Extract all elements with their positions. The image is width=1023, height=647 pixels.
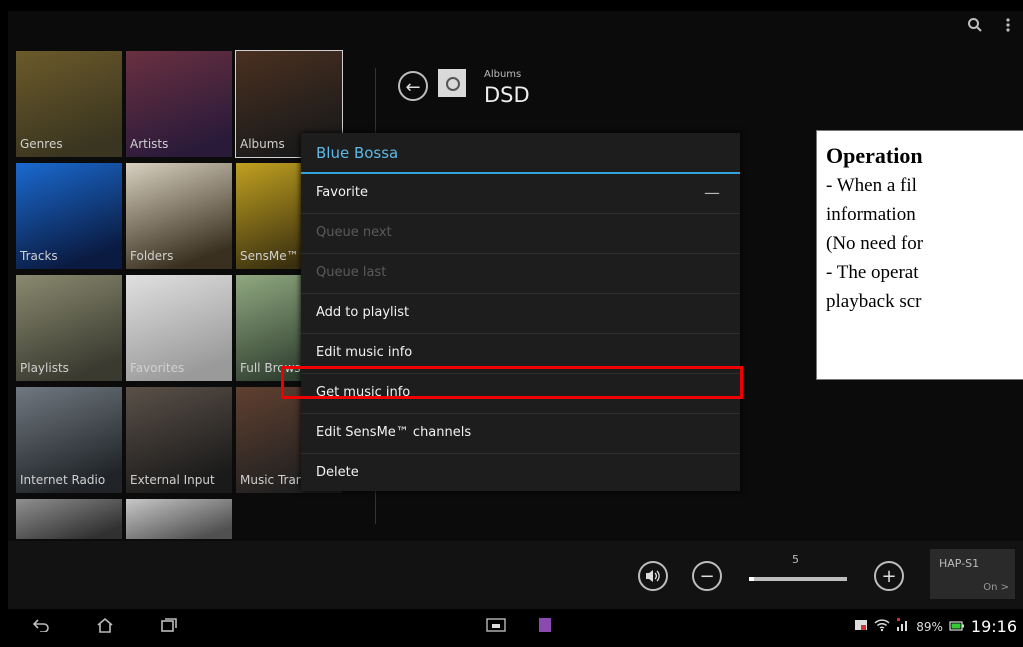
category-label: Artists bbox=[130, 137, 169, 151]
app-shortcut-icon[interactable] bbox=[538, 617, 552, 637]
menu-item-favorite[interactable]: Favorite — bbox=[301, 174, 740, 214]
device-selector[interactable]: HAP-S1 On > bbox=[930, 549, 1015, 599]
annotation-line: (No need for bbox=[826, 233, 924, 254]
status-area: 89% 19:16 bbox=[854, 617, 1017, 636]
category-tile[interactable]: Favorites bbox=[126, 275, 232, 381]
category-label: Playlists bbox=[20, 361, 69, 375]
annotation-note: Operation - When a fil information (No n… bbox=[816, 130, 1023, 380]
category-tile[interactable]: Internet Radio bbox=[16, 387, 122, 493]
category-tile[interactable] bbox=[126, 499, 232, 539]
small-app-window-icon[interactable] bbox=[486, 617, 506, 637]
highlight-box bbox=[281, 366, 743, 399]
annotation-line: information bbox=[826, 204, 916, 225]
category-tile[interactable]: Artists bbox=[126, 51, 232, 157]
search-icon[interactable] bbox=[967, 17, 983, 37]
category-label: Genres bbox=[20, 137, 63, 151]
category-label: Favorites bbox=[130, 361, 185, 375]
system-nav-bar: 89% 19:16 bbox=[8, 609, 1023, 647]
volume-down-button[interactable]: − bbox=[692, 561, 722, 591]
category-tile[interactable]: External Input bbox=[126, 387, 232, 493]
volume-value: 5 bbox=[792, 553, 799, 566]
battery-icon bbox=[949, 620, 965, 634]
album-header-title: DSD bbox=[484, 83, 530, 107]
context-menu-title: Blue Bossa bbox=[301, 133, 740, 174]
album-header-category: Albums bbox=[484, 69, 522, 80]
clock: 19:16 bbox=[970, 617, 1017, 636]
menu-item-queue-next: Queue next bbox=[301, 214, 740, 254]
category-tile[interactable] bbox=[16, 499, 122, 539]
annotation-title: Operation bbox=[826, 143, 923, 168]
context-menu: Blue Bossa Favorite — Queue next Queue l… bbox=[301, 133, 740, 491]
album-art-icon bbox=[438, 69, 466, 97]
category-label: Internet Radio bbox=[20, 473, 106, 487]
volume-up-button[interactable]: + bbox=[874, 561, 904, 591]
annotation-line: - The operat bbox=[826, 262, 919, 283]
back-arrow-icon[interactable]: ← bbox=[398, 71, 428, 101]
menu-item-label: Favorite bbox=[316, 185, 368, 200]
annotation-line: - When a fil bbox=[826, 175, 917, 196]
menu-item-queue-last: Queue last bbox=[301, 254, 740, 294]
favorite-toggle-icon[interactable]: — bbox=[704, 174, 720, 212]
category-tile[interactable]: Playlists bbox=[16, 275, 122, 381]
category-label: Tracks bbox=[20, 249, 58, 263]
signal-icon bbox=[896, 618, 910, 635]
wifi-icon bbox=[874, 618, 890, 635]
category-label: Folders bbox=[130, 249, 174, 263]
overflow-menu-icon[interactable] bbox=[1005, 17, 1011, 37]
notification-icon bbox=[854, 618, 868, 635]
battery-percent: 89% bbox=[916, 619, 943, 634]
device-status: On > bbox=[983, 582, 1009, 593]
mute-speaker-icon[interactable] bbox=[638, 561, 668, 591]
category-label: External Input bbox=[130, 473, 215, 487]
category-tile[interactable]: Tracks bbox=[16, 163, 122, 269]
back-icon[interactable] bbox=[32, 617, 50, 636]
annotation-line: playback scr bbox=[826, 291, 922, 312]
recent-apps-icon[interactable] bbox=[160, 617, 178, 637]
device-name: HAP-S1 bbox=[939, 557, 980, 570]
menu-item-edit-sensme-channels[interactable]: Edit SensMe™ channels bbox=[301, 414, 740, 454]
category-tile[interactable]: Genres bbox=[16, 51, 122, 157]
category-tile[interactable]: Folders bbox=[126, 163, 232, 269]
volume-slider[interactable] bbox=[749, 577, 847, 581]
category-label: Albums bbox=[240, 137, 285, 151]
menu-item-add-to-playlist[interactable]: Add to playlist bbox=[301, 294, 740, 334]
menu-item-delete[interactable]: Delete bbox=[301, 454, 740, 493]
top-action-bar bbox=[8, 11, 1023, 43]
home-icon[interactable] bbox=[96, 617, 114, 637]
playback-control-bar: − 5 + HAP-S1 On > bbox=[8, 541, 1023, 609]
